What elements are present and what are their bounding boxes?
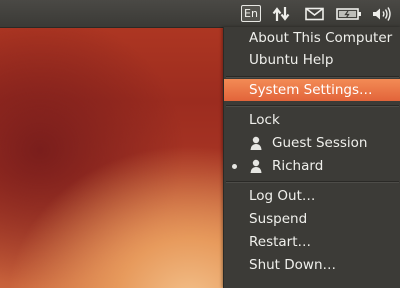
messaging-indicator[interactable] (302, 0, 326, 27)
active-user-dot-icon (232, 164, 237, 169)
log-out-item[interactable]: Log Out… (224, 185, 400, 207)
top-panel: En (0, 0, 400, 28)
battery-indicator[interactable] (334, 0, 364, 27)
user-richard-label: Richard (272, 158, 324, 174)
ubuntu-help-item[interactable]: Ubuntu Help (224, 49, 400, 71)
lock-item[interactable]: Lock (224, 109, 400, 131)
battery-icon (336, 7, 361, 20)
user-richard-item[interactable]: Richard (224, 155, 400, 177)
suspend-item[interactable]: Suspend (224, 208, 400, 230)
network-indicator[interactable] (270, 0, 292, 27)
user-icon (250, 159, 262, 173)
restart-item[interactable]: Restart… (224, 231, 400, 253)
mail-envelope-icon (304, 7, 324, 20)
sound-indicator[interactable] (370, 0, 394, 27)
menu-separator (226, 105, 399, 107)
user-icon (250, 136, 262, 150)
session-menu: About This Computer Ubuntu Help System S… (223, 27, 400, 288)
menu-separator (226, 76, 399, 78)
network-arrows-icon (272, 6, 290, 21)
about-this-computer-item[interactable]: About This Computer (224, 27, 400, 49)
volume-icon (373, 6, 391, 21)
keyboard-layout-indicator[interactable]: En (239, 0, 263, 27)
shut-down-item[interactable]: Shut Down… (224, 254, 400, 276)
guest-session-item[interactable]: Guest Session (224, 132, 400, 154)
guest-session-label: Guest Session (272, 135, 368, 151)
keyboard-layout-label: En (241, 5, 261, 22)
system-settings-item[interactable]: System Settings… (224, 79, 400, 101)
menu-separator (226, 181, 399, 183)
